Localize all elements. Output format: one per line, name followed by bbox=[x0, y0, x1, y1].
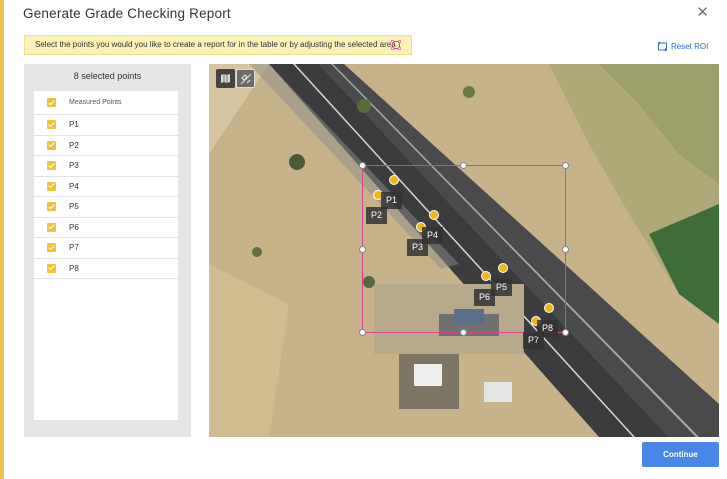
point-tag-p2: P2 bbox=[366, 207, 388, 224]
point-label: P1 bbox=[69, 120, 79, 130]
point-marker-p6[interactable] bbox=[481, 271, 491, 281]
point-label: P8 bbox=[69, 263, 79, 273]
list-item[interactable]: P7 bbox=[34, 238, 178, 259]
list-item[interactable]: P1 bbox=[34, 115, 178, 136]
roi-icon bbox=[391, 40, 401, 50]
aerial-map[interactable]: P1 P2 P3 P4 P5 P6 P7 P8 bbox=[209, 64, 719, 437]
roi-handle-tl[interactable] bbox=[359, 162, 366, 169]
roi-handle-right[interactable] bbox=[562, 246, 569, 253]
points-panel: 8 selected points Measured Points P1 P2 … bbox=[24, 64, 191, 437]
map-layer-icon[interactable] bbox=[216, 69, 235, 88]
instruction-text: Select the points you would you like to … bbox=[35, 40, 396, 49]
select-all-checkbox[interactable] bbox=[47, 98, 56, 107]
roi-handle-tr[interactable] bbox=[562, 162, 569, 169]
instruction-banner: Select the points you would you like to … bbox=[24, 35, 412, 55]
point-label: P7 bbox=[69, 243, 79, 253]
roi-handle-br[interactable] bbox=[562, 329, 569, 336]
roi-handle-bl[interactable] bbox=[359, 329, 366, 336]
list-item[interactable]: P6 bbox=[34, 218, 178, 238]
point-checkbox[interactable] bbox=[47, 243, 56, 253]
point-checkbox[interactable] bbox=[47, 181, 56, 191]
roi-rectangle[interactable] bbox=[362, 165, 566, 333]
point-tag-p8: P8 bbox=[537, 320, 559, 337]
list-header: Measured Points bbox=[34, 91, 178, 115]
report-dialog: Generate Grade Checking Report ✕ Select … bbox=[0, 0, 727, 479]
point-marker-p1[interactable] bbox=[389, 175, 399, 185]
column-header: Measured Points bbox=[69, 99, 122, 106]
point-label: P4 bbox=[69, 181, 79, 191]
point-tag-p6: P6 bbox=[474, 289, 496, 306]
point-checkbox[interactable] bbox=[47, 140, 56, 150]
point-label: P5 bbox=[69, 202, 79, 212]
list-item[interactable]: P2 bbox=[34, 136, 178, 156]
point-marker-p8[interactable] bbox=[544, 303, 554, 313]
point-checkbox[interactable] bbox=[47, 202, 56, 212]
point-checkbox[interactable] bbox=[47, 222, 56, 232]
point-marker-p4[interactable] bbox=[429, 210, 439, 220]
point-tag-p4: P4 bbox=[422, 227, 444, 244]
point-label: P6 bbox=[69, 222, 79, 232]
selected-count: 8 selected points bbox=[73, 71, 142, 81]
satellite-toggle-icon[interactable] bbox=[236, 69, 255, 88]
point-label: P2 bbox=[69, 140, 79, 150]
point-marker-p5[interactable] bbox=[498, 263, 508, 273]
dialog-title: Generate Grade Checking Report bbox=[23, 6, 231, 21]
list-item[interactable]: P4 bbox=[34, 177, 178, 197]
close-icon[interactable]: ✕ bbox=[696, 5, 709, 20]
reset-roi-label: Reset ROI bbox=[671, 42, 709, 51]
point-checkbox[interactable] bbox=[47, 263, 56, 273]
points-list: Measured Points P1 P2 P3 P4 P5 P6 P7 P8 bbox=[34, 91, 178, 420]
continue-button[interactable]: Continue bbox=[642, 442, 719, 467]
point-checkbox[interactable] bbox=[47, 120, 56, 130]
list-item[interactable]: P3 bbox=[34, 156, 178, 177]
roi-handle-bottom[interactable] bbox=[460, 329, 467, 336]
reset-roi-button[interactable]: Reset ROI bbox=[657, 41, 708, 52]
list-item[interactable]: P5 bbox=[34, 197, 178, 218]
roi-handle-left[interactable] bbox=[359, 246, 366, 253]
point-label: P3 bbox=[69, 161, 79, 171]
point-checkbox[interactable] bbox=[47, 161, 56, 171]
reset-icon bbox=[657, 41, 668, 52]
roi-handle-top[interactable] bbox=[460, 162, 467, 169]
list-item[interactable]: P8 bbox=[34, 259, 178, 279]
